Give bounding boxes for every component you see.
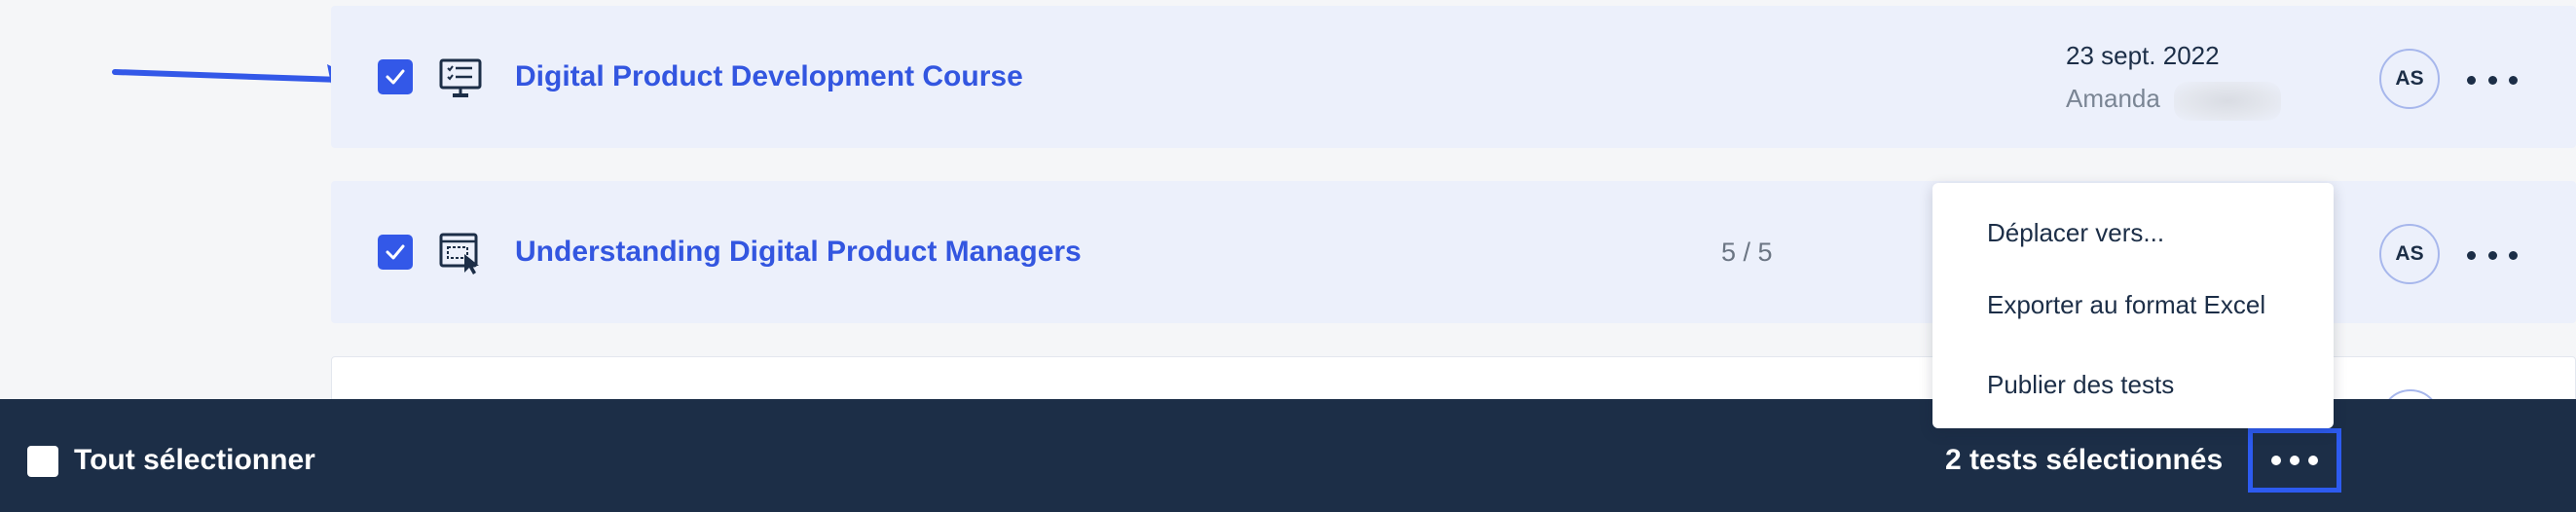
menu-item-publish-tests[interactable]: Publier des tests bbox=[1932, 345, 2334, 424]
test-author: Amanda bbox=[2066, 84, 2160, 113]
row-checkbox[interactable] bbox=[378, 235, 413, 270]
row-more-options-button[interactable] bbox=[2463, 236, 2521, 274]
dot-icon bbox=[2509, 250, 2518, 260]
test-row[interactable]: Digital Product Development Course 23 se… bbox=[331, 6, 2576, 148]
dot-icon bbox=[2467, 75, 2476, 85]
avatar[interactable]: AS bbox=[2379, 224, 2440, 284]
menu-item-move-to[interactable]: Déplacer vers... bbox=[1932, 204, 2334, 265]
redacted-name bbox=[2174, 82, 2281, 121]
test-date: 23 sept. 2022 bbox=[2066, 41, 2220, 70]
dot-icon bbox=[2487, 250, 2497, 260]
checkmark-icon bbox=[386, 244, 405, 260]
dot-icon bbox=[2509, 75, 2518, 85]
bulk-actions-menu: Déplacer vers... Exporter au format Exce… bbox=[1932, 183, 2334, 428]
select-all-label[interactable]: Tout sélectionner bbox=[74, 444, 315, 477]
test-score: 5 / 5 bbox=[1721, 238, 1773, 267]
selected-count: 2 tests sélectionnés bbox=[1945, 444, 2224, 476]
dot-icon bbox=[2308, 456, 2318, 465]
avatar[interactable]: AS bbox=[2379, 49, 2440, 109]
select-all-checkbox[interactable] bbox=[27, 446, 58, 477]
selection-cursor-icon bbox=[439, 233, 479, 274]
row-more-options-button[interactable] bbox=[2463, 60, 2521, 99]
dot-icon bbox=[2487, 75, 2497, 85]
presentation-checklist-icon bbox=[439, 58, 482, 97]
row-checkbox[interactable] bbox=[378, 59, 413, 94]
menu-item-export-excel[interactable]: Exporter au format Excel bbox=[1932, 265, 2334, 345]
bulk-actions-more-button[interactable] bbox=[2248, 428, 2341, 493]
dot-icon bbox=[2290, 456, 2300, 465]
dot-icon bbox=[2271, 456, 2281, 465]
checkmark-icon bbox=[386, 69, 405, 85]
dot-icon bbox=[2467, 250, 2476, 260]
test-title-link[interactable]: Understanding Digital Product Managers bbox=[515, 235, 1082, 270]
test-title-link[interactable]: Digital Product Development Course bbox=[515, 59, 1023, 94]
